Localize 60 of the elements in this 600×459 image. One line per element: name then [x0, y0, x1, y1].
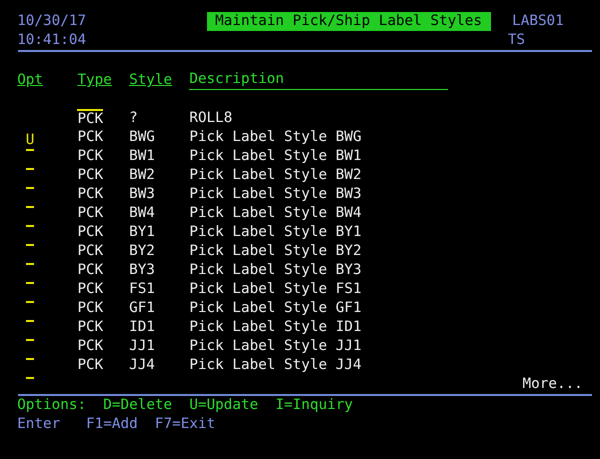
table-cell-text: JJ4	[129, 356, 156, 375]
table-cell-text: Pick Label Style BY2	[189, 242, 362, 261]
column-header: Type	[77, 71, 112, 90]
table-cell-text: GF1	[129, 299, 156, 318]
table-cell-text: Pick Label Style FS1	[189, 280, 362, 299]
table-cell-text: Pick Label Style ID1	[189, 318, 362, 337]
position-style: ?	[129, 109, 139, 128]
table-cell-text: Pick Label Style BW4	[189, 204, 362, 223]
function-key-legend: F7=Exit	[154, 415, 216, 434]
column-header: Description	[189, 71, 448, 90]
table-cell-text: PCK	[77, 223, 104, 242]
table-cell-text: JJ1	[129, 337, 156, 356]
table-cell-text: Pick Label Style BW2	[189, 166, 362, 185]
table-cell-text: PCK	[77, 242, 104, 261]
option-legend: I=Inquiry	[275, 396, 353, 415]
table-cell-text: PCK	[77, 185, 104, 204]
screen-title: Maintain Pick/Ship Label Styles	[206, 12, 491, 31]
table-cell-text: BW2	[129, 166, 156, 185]
table-cell-text: BW4	[129, 204, 156, 223]
table-cell-text: FS1	[129, 280, 156, 299]
table-cell-text: BWG	[129, 128, 156, 147]
function-key-legend: F1=Add	[86, 415, 138, 434]
system-date: 10/30/17	[17, 12, 86, 31]
table-cell-text: Pick Label Style GF1	[189, 299, 362, 318]
option-legend: U=Update	[189, 396, 258, 415]
table-cell-text: BY1	[129, 223, 156, 242]
table-cell-text: Pick Label Style BY3	[189, 261, 362, 280]
table-cell-text: PCK	[77, 356, 104, 375]
position-type-field[interactable]: PCK	[77, 109, 104, 128]
option-field[interactable]: U	[26, 132, 34, 151]
table-cell-text: PCK	[77, 204, 104, 223]
more-indicator: More...	[522, 375, 583, 394]
table-cell-text: PCK	[77, 280, 104, 299]
table-cell-text: PCK	[77, 318, 104, 337]
table-cell-text: Pick Label Style JJ1	[189, 337, 362, 356]
program-name: LABS01	[512, 12, 564, 31]
table-cell-text: BW1	[129, 147, 156, 166]
position-description: ROLL8	[189, 109, 234, 128]
column-header: Opt	[17, 71, 44, 90]
option-legend: D=Delete	[103, 396, 172, 415]
table-cell-text: ID1	[129, 318, 156, 337]
table-cell-text: PCK	[77, 261, 104, 280]
function-key-legend: Enter	[17, 415, 60, 434]
table-cell-text: Pick Label Style BWG	[189, 128, 362, 147]
user-id: TS	[508, 31, 526, 50]
table-cell-text: PCK	[77, 128, 104, 147]
table-cell-text: Pick Label Style BW3	[189, 185, 362, 204]
table-cell-text: PCK	[77, 147, 104, 166]
system-time: 10:41:04	[17, 31, 86, 50]
table-cell-text: Pick Label Style BY1	[189, 223, 362, 242]
table-cell-text: Pick Label Style JJ4	[189, 356, 362, 375]
options-label: Options:	[17, 396, 86, 415]
table-cell-text: PCK	[77, 166, 104, 185]
table-cell-text: BY3	[129, 261, 156, 280]
column-header: Style	[129, 71, 172, 90]
table-cell-text: PCK	[77, 299, 104, 318]
table-cell-text: PCK	[77, 337, 104, 356]
table-cell-text: BW3	[129, 185, 156, 204]
table-cell-text: BY2	[129, 242, 156, 261]
table-cell-text: Pick Label Style BW1	[189, 147, 362, 166]
